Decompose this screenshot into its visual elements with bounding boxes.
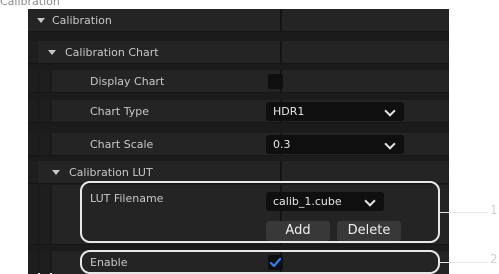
callout-number: 2 (490, 252, 498, 266)
property-label: Display Chart (90, 75, 165, 88)
callout-box-lut-filename (80, 181, 440, 243)
chevron-down-icon (384, 105, 396, 117)
chevron-down-icon (384, 138, 396, 150)
property-label: Chart Scale (90, 138, 154, 151)
callout-number: 1 (490, 203, 498, 217)
property-row-display-chart: Display Chart (28, 70, 449, 93)
callout-leader-line (440, 212, 488, 213)
property-label: Chart Type (90, 105, 149, 118)
section-label: Calibration Chart (65, 46, 159, 59)
display-chart-checkbox[interactable] (268, 74, 283, 89)
callout-leader-line (440, 262, 488, 263)
section-label: Calibration (52, 14, 112, 27)
section-calibration[interactable]: Calibration (28, 9, 449, 32)
dropdown-value: HDR1 (273, 105, 305, 118)
dropdown-value: 0.3 (273, 138, 291, 151)
property-row-chart-scale: Chart Scale 0.3 (28, 133, 449, 156)
section-calibration-chart[interactable]: Calibration Chart (28, 41, 449, 64)
expand-arrow-icon[interactable] (48, 50, 56, 55)
property-row-chart-type: Chart Type HDR1 (28, 100, 449, 123)
callout-box-enable (80, 250, 440, 274)
chart-type-dropdown[interactable]: HDR1 (266, 102, 404, 121)
chart-scale-dropdown[interactable]: 0.3 (266, 135, 404, 154)
expand-arrow-icon[interactable] (52, 170, 60, 175)
expand-arrow-icon[interactable] (37, 18, 45, 23)
page-title: Calibration (0, 0, 60, 8)
